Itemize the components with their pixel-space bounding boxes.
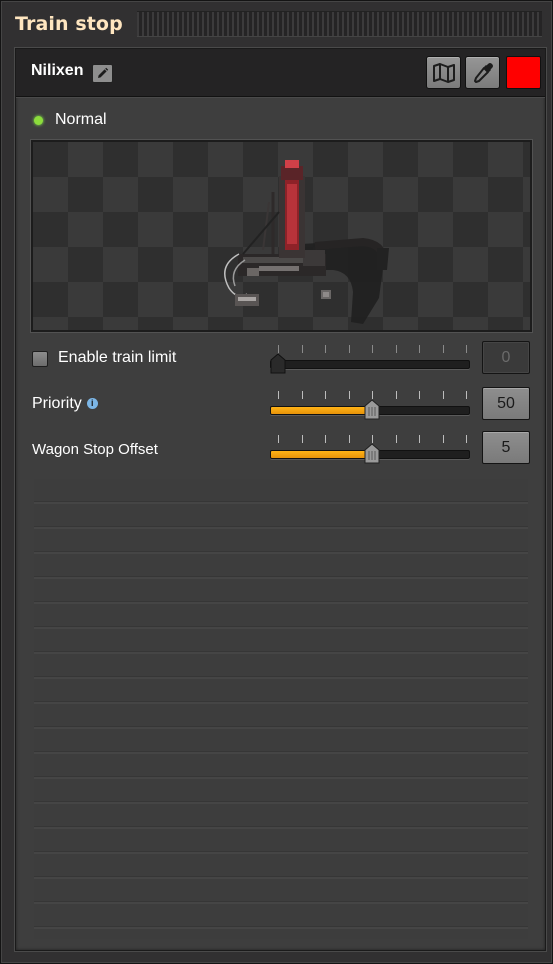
station-color-swatch[interactable] bbox=[506, 56, 541, 89]
train-limit-value[interactable]: 0 bbox=[482, 341, 530, 374]
priority-label-text: Priority bbox=[32, 395, 82, 412]
slider-ticks bbox=[278, 435, 467, 443]
slider-tick bbox=[348, 391, 350, 399]
slider-tick bbox=[372, 391, 373, 399]
status-indicator: Normal bbox=[34, 111, 107, 129]
drag-handle[interactable] bbox=[136, 11, 542, 37]
slider-tick bbox=[419, 391, 420, 399]
show-on-map-button[interactable] bbox=[426, 56, 461, 89]
train-limit-slider[interactable] bbox=[270, 343, 474, 375]
train-stop-window: Train stop Nilixen Normal Enable train l… bbox=[0, 0, 553, 964]
train-limit-label: Enable train limit bbox=[58, 349, 177, 366]
status-dot bbox=[34, 115, 43, 125]
slider-tick bbox=[278, 391, 279, 399]
slider-tick bbox=[325, 435, 326, 443]
train-limit-row: Enable train limit 0 bbox=[16, 341, 545, 377]
station-name: Nilixen bbox=[31, 62, 84, 79]
priority-row: Priority i 50 bbox=[16, 387, 545, 423]
slider-tick bbox=[301, 345, 303, 353]
slider-tick bbox=[372, 345, 373, 353]
slider-tick bbox=[419, 435, 420, 443]
slider-tick bbox=[395, 435, 397, 443]
pencil-icon bbox=[98, 67, 109, 78]
window-titlebar[interactable]: Train stop bbox=[15, 9, 542, 39]
slider-handle[interactable] bbox=[364, 444, 380, 464]
slider-tick bbox=[301, 391, 303, 399]
eyedropper-icon bbox=[473, 62, 493, 83]
wagon-stop-offset-label: Wagon Stop Offset bbox=[32, 441, 158, 458]
schedule-list-area bbox=[34, 479, 528, 939]
slider-tick bbox=[442, 391, 444, 399]
slider-tick bbox=[325, 345, 326, 353]
wagon-stop-offset-value[interactable]: 5 bbox=[482, 431, 530, 464]
slider-tick bbox=[278, 345, 279, 353]
slider-fill bbox=[271, 451, 373, 458]
train-limit-checkbox[interactable] bbox=[32, 351, 48, 367]
slider-handle[interactable] bbox=[364, 400, 380, 420]
train-stop-image bbox=[224, 160, 389, 324]
color-picker-button[interactable] bbox=[465, 56, 500, 89]
slider-tick bbox=[442, 345, 444, 353]
entity-preview[interactable] bbox=[31, 140, 532, 332]
slider-ticks bbox=[278, 345, 467, 353]
slider-ticks bbox=[278, 391, 467, 399]
slider-tick bbox=[372, 435, 373, 443]
station-header: Nilixen bbox=[16, 49, 545, 97]
status-text: Normal bbox=[55, 111, 107, 128]
slider-tick bbox=[348, 435, 350, 443]
slider-tick bbox=[442, 435, 444, 443]
slider-handle[interactable] bbox=[270, 354, 286, 374]
wagon-stop-offset-row: Wagon Stop Offset 5 bbox=[16, 431, 545, 467]
wagon-stop-offset-slider[interactable] bbox=[270, 433, 474, 465]
priority-label: Priority i bbox=[32, 395, 98, 413]
slider-tick bbox=[348, 345, 350, 353]
slider-tick bbox=[395, 345, 397, 353]
priority-value[interactable]: 50 bbox=[482, 387, 530, 420]
slider-tick bbox=[395, 391, 397, 399]
slider-tick bbox=[466, 435, 467, 443]
train-stop-panel: Nilixen Normal Enable train limit 0 Prio… bbox=[15, 48, 546, 951]
slider-tick bbox=[419, 345, 420, 353]
slider-tick bbox=[278, 435, 279, 443]
map-icon bbox=[432, 62, 455, 83]
slider-fill bbox=[271, 407, 373, 414]
rename-button[interactable] bbox=[92, 64, 113, 83]
slider-tick bbox=[325, 391, 326, 399]
slider-tick bbox=[466, 391, 467, 399]
info-icon[interactable]: i bbox=[86, 398, 98, 410]
slider-tick bbox=[301, 435, 303, 443]
slider-track bbox=[270, 360, 470, 369]
slider-tick bbox=[466, 345, 467, 353]
priority-slider[interactable] bbox=[270, 389, 474, 421]
window-title: Train stop bbox=[15, 13, 123, 35]
